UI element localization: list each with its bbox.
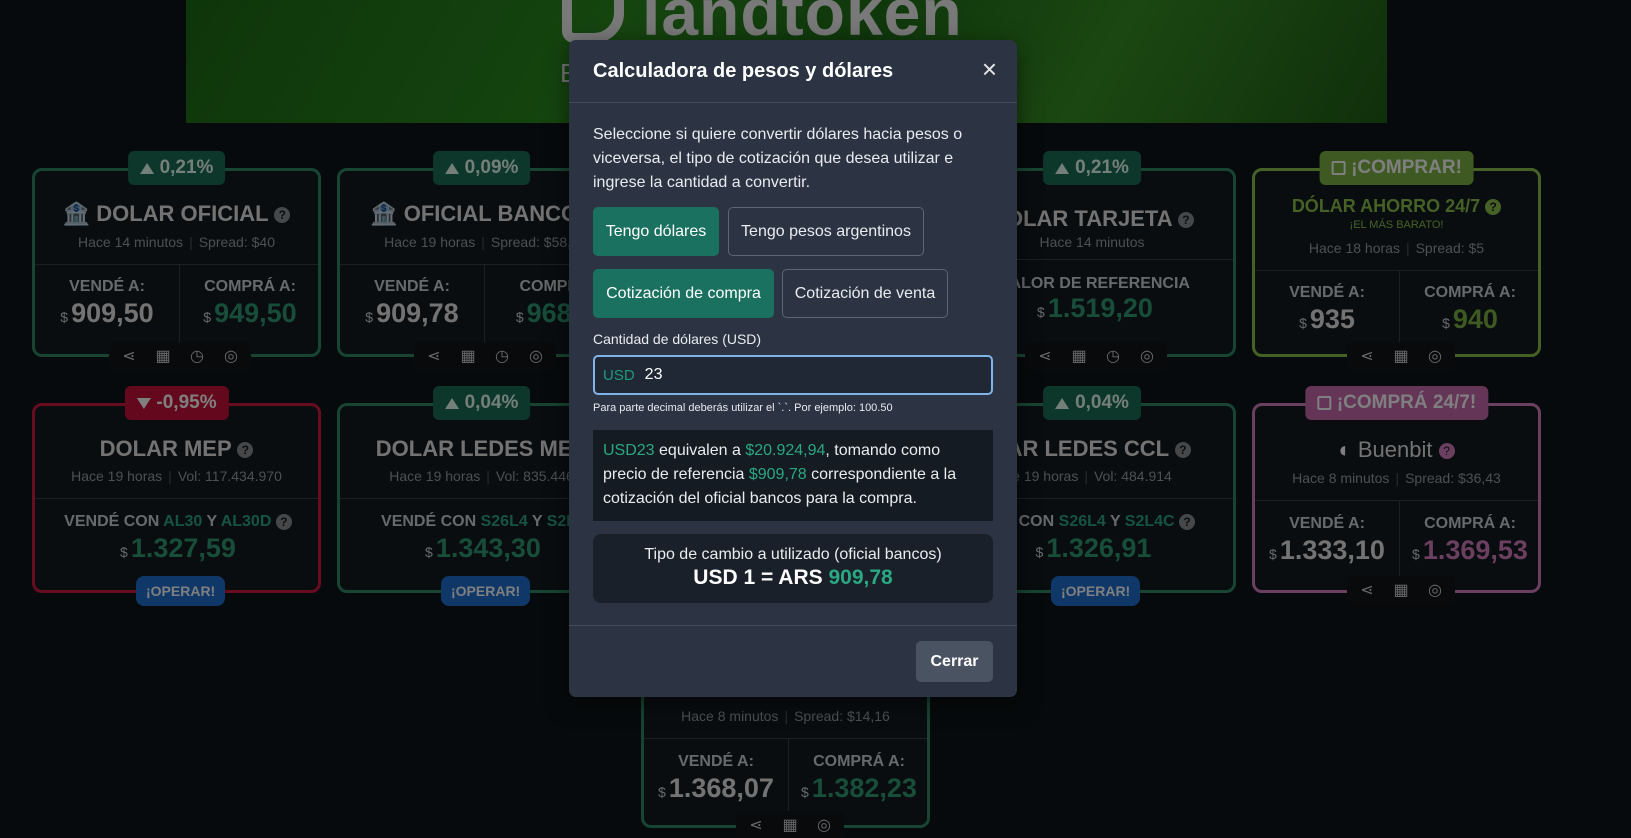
calculator-modal: Calculadora de pesos y dólares × Selecci… [569,40,1017,697]
buy-rate-button[interactable]: Cotización de compra [593,269,774,318]
currency-prefix: USD [603,366,635,384]
amount-value[interactable]: 23 [645,366,663,384]
conversion-result: USD23 equivalen a $20.924,94, tomando co… [593,430,993,521]
sell-rate-button[interactable]: Cotización de venta [782,269,948,318]
close-button[interactable]: Cerrar [916,641,993,682]
exchange-rate-box: Tipo de cambio a utilizado (oficial banc… [593,534,993,603]
modal-title: Calculadora de pesos y dólares [593,60,894,82]
have-dollars-button[interactable]: Tengo dólares [593,207,719,256]
amount-input[interactable]: USD 23 [593,355,993,395]
decimal-hint: Para parte decimal deberás utilizar el `… [593,402,893,414]
close-icon[interactable]: × [982,54,997,85]
modal-header: Calculadora de pesos y dólares × [569,40,1017,103]
modal-footer [569,625,1017,626]
amount-label: Cantidad de dólares (USD) [593,331,762,347]
rate-formula: USD 1 = ARS 909,78 [693,566,893,589]
modal-description: Seleccione si quiere convertir dólares h… [593,126,963,191]
have-pesos-button[interactable]: Tengo pesos argentinos [728,207,924,256]
rate-title: Tipo de cambio a utilizado (oficial banc… [644,546,942,563]
